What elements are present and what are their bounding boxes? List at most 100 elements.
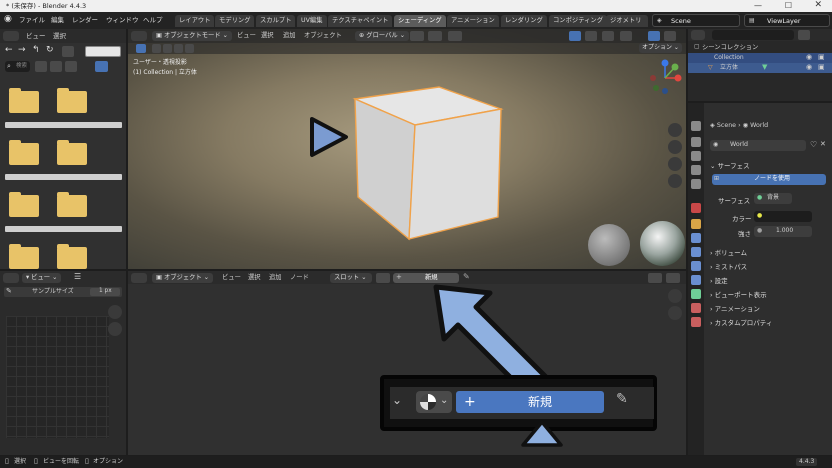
panel-animation[interactable]: › アニメーション (710, 303, 760, 313)
select-mode-icon[interactable] (185, 44, 194, 53)
navigation-gizmo[interactable] (645, 58, 685, 98)
use-nodes-button[interactable]: ⊞ ノードを使用 (712, 174, 826, 185)
select-mode-icon[interactable] (174, 44, 183, 53)
select-mode-icon[interactable] (163, 44, 172, 53)
material-browse-icon[interactable]: ⌄ (416, 391, 452, 413)
overlay-icon[interactable] (585, 31, 597, 41)
tab-texture-paint[interactable]: テクスチャペイント (328, 15, 393, 27)
snap-icon[interactable] (428, 31, 442, 41)
collection-row[interactable]: Collection ◉ ▣ (688, 53, 832, 63)
folder-icon[interactable] (57, 244, 87, 269)
folder-icon[interactable] (9, 140, 39, 165)
path-field[interactable] (85, 46, 121, 57)
unlink-icon[interactable]: ✕ (820, 141, 826, 148)
camera-render-icon[interactable]: ▣ (818, 54, 825, 61)
select-mode-icon[interactable] (152, 44, 161, 53)
minimize-icon[interactable]: — (754, 2, 762, 10)
pin-icon[interactable]: ✎ (616, 392, 628, 406)
scene-tab-icon[interactable] (691, 179, 701, 189)
search-input[interactable]: ⌕ 検索 (5, 61, 30, 72)
camera-view-icon[interactable] (668, 157, 682, 171)
output-tab-icon[interactable] (691, 151, 701, 161)
panel-viewport-display[interactable]: › ビューポート表示 (710, 289, 767, 299)
proportional-edit-icon[interactable] (448, 31, 462, 41)
editor-type-icon[interactable] (3, 273, 19, 283)
sample-size-field[interactable]: 1 px (90, 288, 120, 296)
data-tab-icon[interactable] (691, 289, 701, 299)
zoom-icon[interactable] (668, 289, 682, 303)
viewport-3d[interactable]: ▣ オブジェクトモード ⌄ ビュー 選択 追加 オブジェクト ⊕ グローバル ⌄… (128, 29, 686, 269)
visibility-eye-icon[interactable]: ◉ (806, 54, 812, 61)
select-box-icon[interactable] (136, 44, 146, 53)
file-menu-view[interactable]: ビュー (26, 33, 46, 40)
tab-layout[interactable]: レイアウト (175, 15, 215, 27)
constraints-tab-icon[interactable] (691, 275, 701, 285)
viewport-menu-add[interactable]: 追加 (283, 32, 296, 39)
pan-hand-icon[interactable] (668, 306, 682, 320)
maximize-icon[interactable]: ☐ (785, 2, 792, 10)
blender-logo-icon[interactable]: ◉ (4, 15, 12, 24)
filter-icon[interactable] (95, 61, 108, 72)
node-menu-view[interactable]: ビュー (222, 274, 241, 281)
node-menu-node[interactable]: ノード (290, 274, 309, 281)
close-icon[interactable]: ✕ (814, 1, 822, 10)
render-tab-icon[interactable] (691, 137, 701, 147)
image-canvas-grid[interactable] (6, 316, 109, 438)
folder-icon[interactable] (57, 140, 87, 165)
editor-type-icon[interactable] (131, 31, 147, 41)
node-menu-add[interactable]: 追加 (269, 274, 282, 281)
tab-uv[interactable]: UV編集 (297, 15, 327, 27)
view-layer-tab-icon[interactable] (691, 165, 701, 175)
xray-icon[interactable] (602, 31, 614, 41)
folder-icon[interactable] (57, 192, 87, 217)
panel-mist[interactable]: › ミストパス (710, 261, 747, 271)
camera-render-icon[interactable]: ▣ (818, 64, 825, 71)
panel-volume[interactable]: › ボリューム (710, 247, 747, 257)
particles-tab-icon[interactable] (691, 247, 701, 257)
overlay-icon[interactable] (648, 273, 662, 283)
world-tab-icon[interactable] (691, 203, 701, 213)
rendered-shading-icon[interactable] (664, 31, 676, 41)
zoom-icon[interactable] (668, 123, 682, 137)
menu-edit[interactable]: 編集 (51, 17, 64, 24)
menu-icon[interactable]: ☰ (74, 273, 81, 281)
menu-window[interactable]: ウィンドウ (106, 17, 139, 24)
panel-custom-properties[interactable]: › カスタムプロパティ (710, 317, 772, 327)
tab-geometry[interactable]: ジオメトリ (606, 15, 648, 27)
zoom-icon[interactable] (108, 305, 122, 319)
viewport-menu-select[interactable]: 選択 (261, 32, 274, 39)
surface-shader-field[interactable]: ● 背景 (754, 193, 792, 204)
material-tab-icon[interactable] (691, 303, 701, 313)
node-menu-select[interactable]: 選択 (248, 274, 261, 281)
options-button[interactable]: オプション ⌄ (639, 43, 682, 53)
file-menu-select[interactable]: 選択 (53, 33, 66, 40)
object-tab-icon[interactable] (691, 219, 701, 229)
material-browse-icon[interactable] (376, 273, 390, 283)
texture-tab-icon[interactable] (691, 317, 701, 327)
tab-sculpt[interactable]: スカルプト (256, 15, 296, 27)
physics-tab-icon[interactable] (691, 261, 701, 271)
color-field[interactable]: ● (754, 211, 812, 222)
folder-icon[interactable] (9, 192, 39, 217)
fake-user-icon[interactable]: ♡ (810, 141, 817, 149)
scene-selector[interactable]: ◈ Scene (652, 14, 740, 27)
callout-new-button[interactable]: + 新規 (456, 391, 604, 413)
panel-settings[interactable]: › 設定 (710, 275, 728, 285)
menu-help[interactable]: ヘルプ (143, 17, 163, 24)
folder-icon[interactable] (9, 244, 39, 269)
tab-animation[interactable]: アニメーション (447, 15, 499, 27)
tab-compositing[interactable]: コンポジティング (549, 15, 607, 27)
menu-render[interactable]: レンダー (72, 17, 98, 24)
back-icon[interactable]: ← (5, 46, 13, 55)
new-folder-icon[interactable] (62, 46, 74, 57)
folder-icon[interactable] (9, 88, 39, 113)
world-selector[interactable]: ◉ World (710, 140, 806, 151)
visibility-eye-icon[interactable]: ◉ (806, 64, 812, 71)
folder-icon[interactable] (57, 88, 87, 113)
node-mode-selector[interactable]: ▣ オブジェクト ⌄ (152, 273, 214, 284)
editor-type-icon[interactable] (691, 30, 705, 40)
display-mode-icon[interactable] (35, 61, 47, 72)
sort-icon[interactable] (50, 61, 62, 72)
viewport-menu-object[interactable]: オブジェクト (304, 32, 342, 39)
breadcrumb-world[interactable]: World (750, 122, 768, 129)
